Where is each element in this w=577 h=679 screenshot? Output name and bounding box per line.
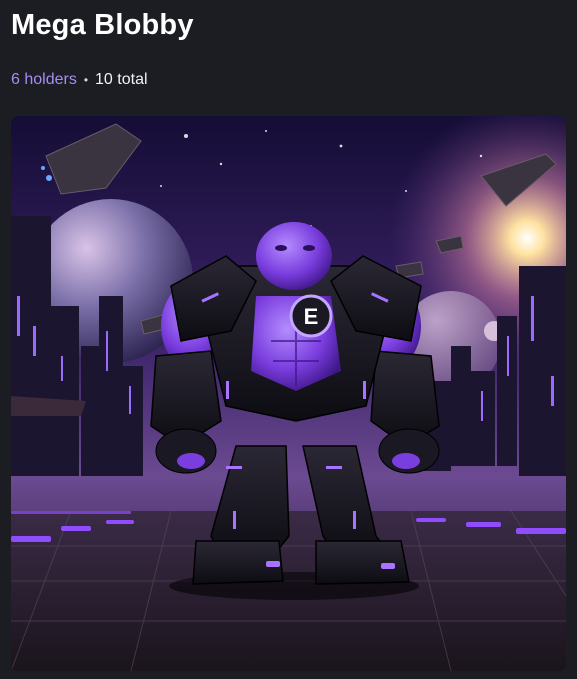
chest-emblem: E [304, 304, 319, 329]
holders-link[interactable]: 6 holders [11, 70, 77, 90]
page-title: Mega Blobby [11, 9, 194, 41]
total-count: 10 total [95, 71, 148, 88]
nft-image[interactable]: E [11, 116, 566, 671]
stats-separator: • [83, 73, 89, 87]
nft-stats: 6 holders • 10 total [11, 70, 148, 90]
nft-artwork: E [11, 116, 566, 671]
